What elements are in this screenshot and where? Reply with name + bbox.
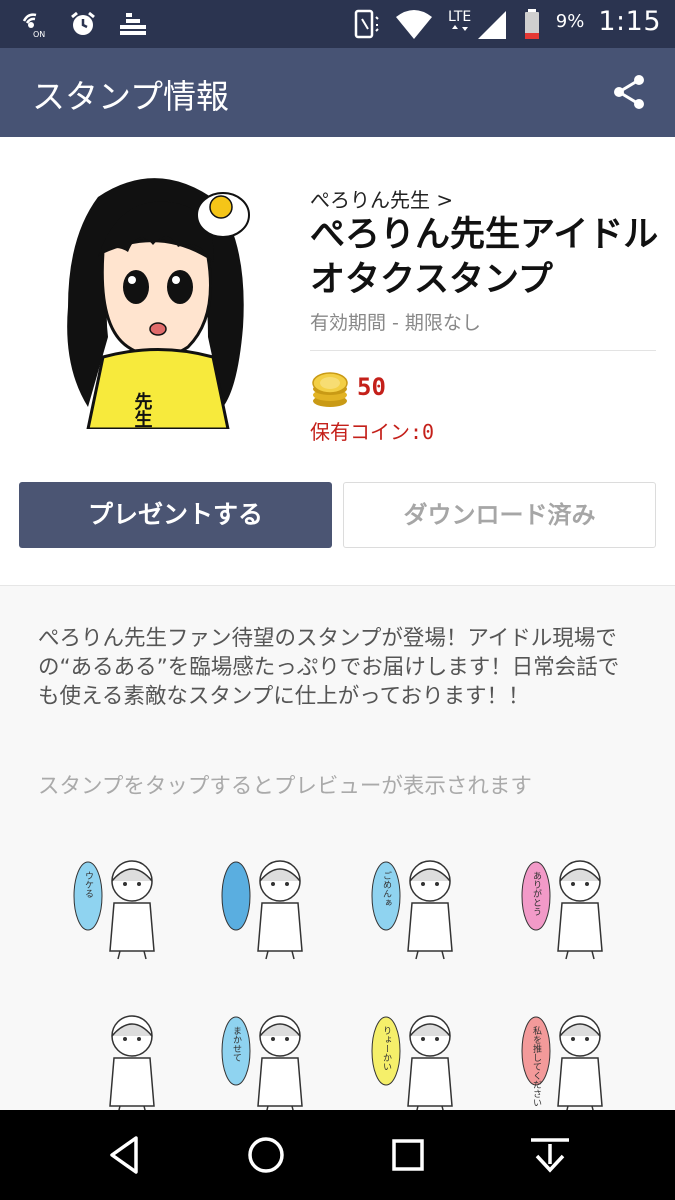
vibrate-icon bbox=[350, 7, 380, 38]
recents-button[interactable] bbox=[385, 1132, 431, 1178]
back-button[interactable] bbox=[102, 1132, 148, 1178]
sticker-preview-item[interactable]: ありがとう bbox=[518, 851, 618, 961]
download-button[interactable] bbox=[527, 1132, 573, 1178]
app-bar: スタンプ情報 bbox=[0, 48, 675, 137]
lte-signal-icon: LTE bbox=[448, 7, 508, 39]
sticker-title: ぺろりん先生アイドルオタクスタンプ bbox=[310, 215, 659, 300]
sticker-preview-item[interactable]: ごめんぁ bbox=[368, 851, 468, 961]
sticker-preview-item[interactable]: 私を推してください bbox=[518, 1006, 618, 1116]
back-icon bbox=[110, 1136, 138, 1174]
home-icon bbox=[248, 1137, 284, 1173]
share-button[interactable] bbox=[611, 74, 647, 110]
present-button[interactable]: プレゼントする bbox=[19, 482, 332, 548]
navigation-bar bbox=[0, 1110, 675, 1200]
sticker-preview-item[interactable] bbox=[218, 851, 318, 961]
shirt-text: 先生 bbox=[132, 391, 153, 428]
svg-text:LTE: LTE bbox=[448, 9, 471, 25]
sticker-bubble-text: ウケる bbox=[83, 871, 94, 898]
description-text: ぺろりん先生ファン待望のスタンプが登場！アイドル現場での“あるある”を臨場感たっ… bbox=[38, 626, 620, 709]
recents-icon bbox=[392, 1139, 424, 1171]
sticker-bubble-text: ありがとう bbox=[531, 871, 542, 916]
sticker-preview-item[interactable]: ウケる bbox=[70, 851, 170, 961]
coin-icon bbox=[310, 369, 350, 409]
validity-text: 有効期間 - 期限なし bbox=[310, 312, 481, 334]
sticker-detail: 先生 ぺろりん先生 > ぺろりん先生アイドルオタクスタンプ 有効期間 - 期限な… bbox=[0, 137, 675, 1115]
owned-coins: 保有コイン:0 bbox=[310, 420, 435, 444]
equalizer-icon bbox=[118, 9, 148, 39]
price: 50 bbox=[357, 373, 386, 401]
sticker-bubble-text: 私を推してください bbox=[531, 1026, 542, 1107]
home-button[interactable] bbox=[243, 1132, 289, 1178]
author-link[interactable]: ぺろりん先生 > bbox=[310, 184, 453, 213]
sticker-bubble-text: りょーかい bbox=[381, 1026, 392, 1071]
downloaded-button[interactable]: ダウンロード済み bbox=[343, 482, 656, 548]
battery-percent: 9% bbox=[555, 11, 585, 32]
preview-hint: スタンプをタップするとプレビューが表示されます bbox=[38, 774, 532, 799]
sticker-preview-item[interactable]: まかせて bbox=[218, 1006, 318, 1116]
battery-icon bbox=[522, 7, 542, 39]
status-bar: ON LTE 9% 1:15 bbox=[0, 0, 675, 48]
wifi-icon bbox=[394, 7, 434, 39]
sticker-preview-item[interactable]: りょーかい bbox=[368, 1006, 468, 1116]
nfc-on-icon: ON bbox=[18, 9, 48, 39]
clock: 1:15 bbox=[598, 6, 661, 37]
sticker-bubble-text: まかせて bbox=[231, 1026, 242, 1062]
divider bbox=[310, 350, 656, 351]
sticker-main-image: 先生 bbox=[58, 167, 258, 431]
alarm-icon bbox=[68, 9, 98, 39]
share-icon bbox=[614, 75, 644, 109]
page-title: スタンプ情報 bbox=[32, 77, 230, 116]
download-icon bbox=[531, 1138, 569, 1173]
svg-text:ON: ON bbox=[33, 30, 45, 39]
description-section: ぺろりん先生ファン待望のスタンプが登場！アイドル現場での“あるある”を臨場感たっ… bbox=[0, 586, 675, 1115]
sticker-preview-item[interactable] bbox=[70, 1006, 170, 1116]
sticker-bubble-text: ごめんぁ bbox=[381, 870, 392, 907]
